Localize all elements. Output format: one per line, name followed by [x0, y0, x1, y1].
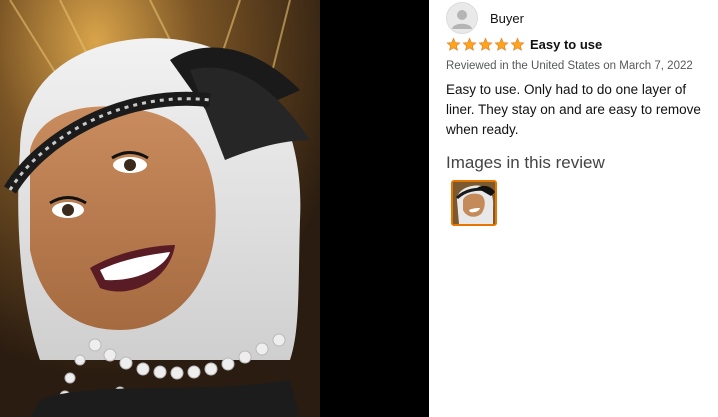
rating-row: Easy to use	[446, 37, 602, 52]
star-icon	[510, 37, 525, 51]
star-rating[interactable]	[446, 37, 525, 52]
review-body: Easy to use. Only had to do one layer of…	[446, 82, 701, 137]
reviewer-name[interactable]: Buyer	[490, 11, 524, 26]
star-icon	[494, 37, 509, 51]
review-headline[interactable]: Easy to use	[530, 37, 602, 52]
images-heading: Images in this review	[446, 153, 605, 172]
reviewer-profile[interactable]: Buyer	[446, 2, 524, 34]
review-date: Reviewed in the United States on March 7…	[446, 60, 693, 72]
image-gutter	[320, 0, 429, 417]
default-avatar-icon	[446, 2, 478, 34]
review-photo	[0, 0, 320, 417]
review-image-thumbnail[interactable]	[451, 180, 497, 226]
review-photo-illustration	[0, 0, 320, 417]
thumbnail-image	[453, 182, 495, 224]
star-icon	[462, 37, 477, 51]
star-icon	[446, 37, 461, 51]
star-icon	[478, 37, 493, 51]
